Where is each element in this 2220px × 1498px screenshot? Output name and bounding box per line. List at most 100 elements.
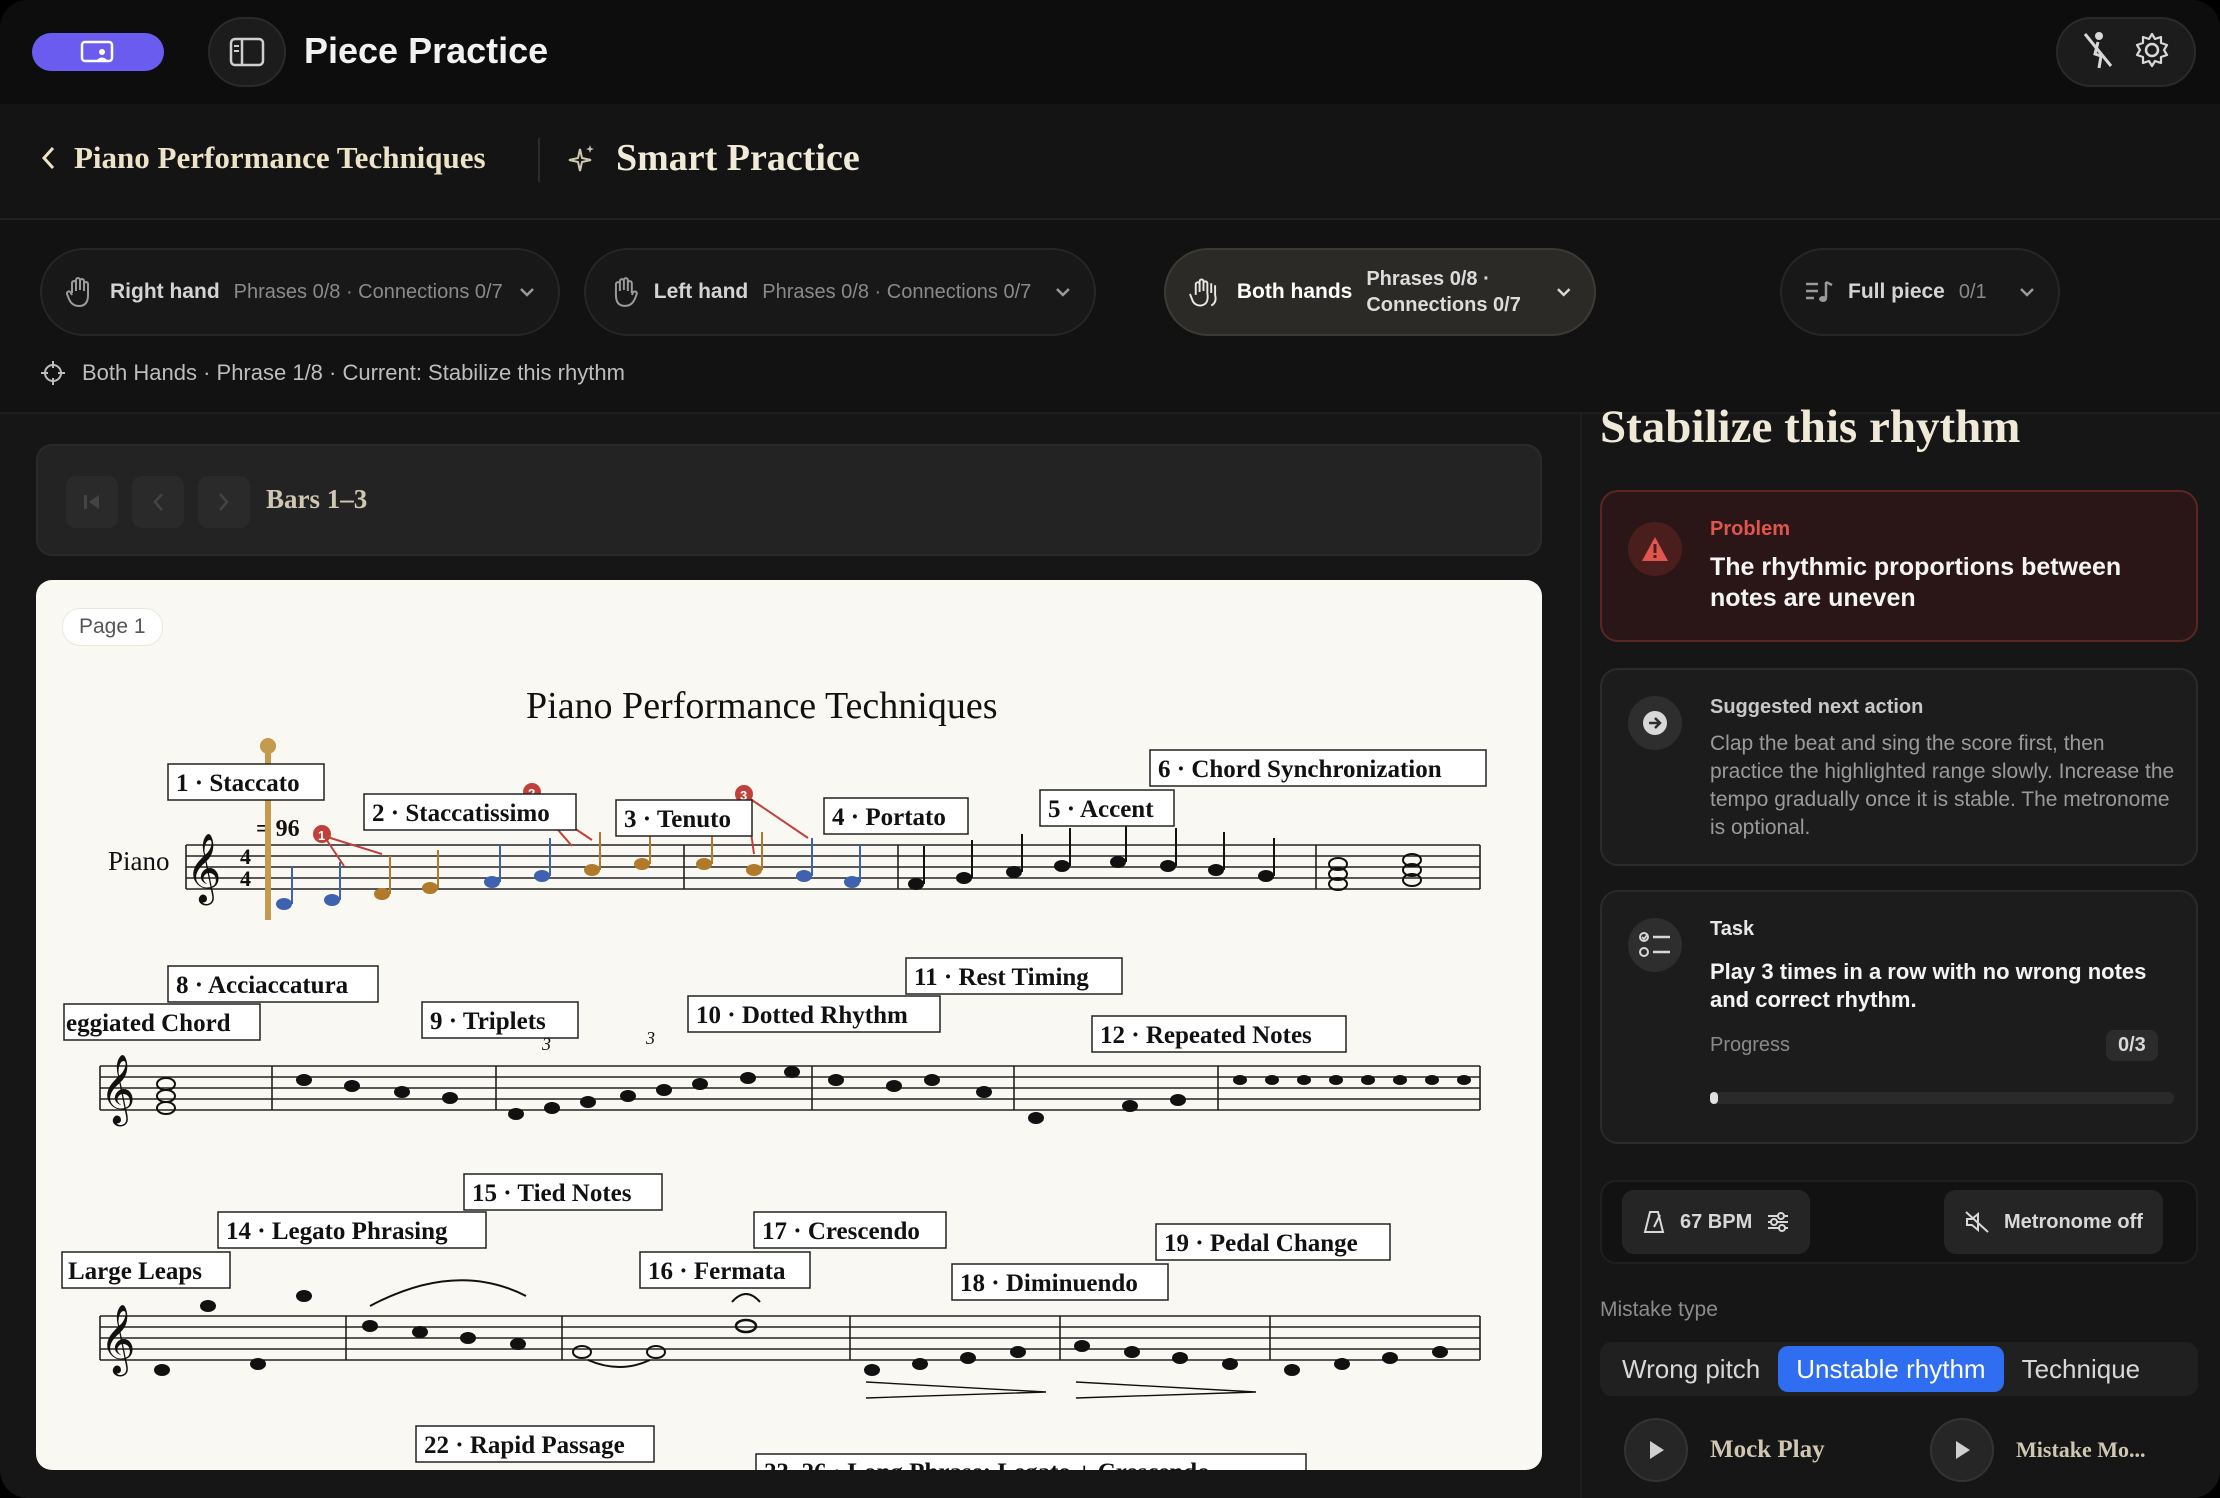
screen-user-icon [80, 40, 114, 63]
section-label: 1 · Staccato [176, 770, 300, 797]
section-label: 22 · Rapid Passage [424, 1432, 625, 1459]
breadcrumb-current-label: Smart Practice [616, 137, 860, 179]
diminuendo-hairpin [1075, 1381, 1257, 1399]
status-text: Both Hands · Phrase 1/8 · Current: Stabi… [82, 360, 625, 385]
mistake-option-wrong-pitch[interactable]: Wrong pitch [1604, 1346, 1778, 1392]
section-label: Large Leaps [68, 1258, 202, 1285]
mock-play-button[interactable]: Mock Play [1624, 1418, 1825, 1482]
previous-bar-button[interactable] [132, 476, 184, 528]
mistake-type-selector: Wrong pitch Unstable rhythm Technique [1600, 1342, 2198, 1396]
problem-text: The rhythmic proportions between notes a… [1710, 553, 2122, 612]
section-label: 2 · Staccatissimo [372, 800, 550, 827]
mistake-option-technique[interactable]: Technique [2004, 1346, 2159, 1392]
task-card: Task Play 3 times in a row with no wrong… [1600, 890, 2198, 1144]
metronome-label: Metronome off [2004, 1210, 2143, 1233]
mistake-mode-button[interactable]: Mistake Mo... [1930, 1418, 2146, 1482]
mistake-option-unstable-rhythm[interactable]: Unstable rhythm [1778, 1346, 2004, 1392]
score-canvas: Piano Performance Techniques Piano 𝄞 4 4… [61, 685, 1487, 1470]
play-icon-wrap [1624, 1418, 1688, 1482]
sidebar-icon [229, 37, 265, 67]
tempo-button[interactable]: 67 BPM [1622, 1190, 1811, 1254]
filter-sub: Phrases 0/8 · Connections 0/7 [233, 281, 503, 303]
breadcrumb-back-link[interactable]: Piano Performance Techniques [40, 140, 486, 176]
sidebar-toggle-button[interactable] [208, 17, 286, 87]
triplet-mark: 3 [645, 1028, 655, 1048]
treble-clef: 𝄞 [186, 833, 221, 905]
panel-title: Stabilize this rhythm [1600, 401, 2021, 453]
filter-left-hand[interactable]: Left hand Phrases 0/8 · Connections 0/7 [584, 248, 1096, 336]
music-list-icon [1806, 280, 1833, 302]
treble-clef: 𝄞 [100, 1304, 135, 1376]
speaker-off-icon [1965, 1211, 1989, 1233]
tempo-label: 67 BPM [1680, 1210, 1753, 1233]
both-hands-icon [1189, 278, 1217, 307]
progress-label: Progress [1710, 1034, 1791, 1056]
checklist-icon-wrap [1628, 918, 1682, 972]
section-label: eggiated Chord [66, 1010, 231, 1037]
no-hand-icon [2083, 31, 2113, 68]
suggestion-text: Clap the beat and sing the score first, … [1710, 732, 2175, 839]
next-bar-button[interactable] [198, 476, 250, 528]
sparkle-icon [568, 145, 594, 172]
notes-system-1-black [908, 824, 1422, 891]
filter-full-piece[interactable]: Full piece 0/1 [1780, 248, 2060, 336]
crescendo-hairpin [865, 1381, 1047, 1399]
section-label: 5 · Accent [1048, 796, 1154, 823]
section-label: 8 · Acciaccatura [176, 972, 349, 999]
section-label: 3 · Tenuto [624, 806, 731, 833]
slur [369, 1279, 527, 1307]
section-label: 23–26 · Long Phrase: Legato + Crescendo [764, 1459, 1210, 1470]
task-kicker: Task [1710, 918, 1755, 940]
breadcrumb-current: Smart Practice [568, 136, 860, 180]
section-label: 18 · Diminuendo [960, 1270, 1138, 1297]
mistake-mode-label: Mistake Mo... [2016, 1437, 2146, 1462]
play-icon [1650, 1441, 1664, 1459]
playhead-handle[interactable] [260, 738, 276, 754]
settings-button[interactable] [2133, 31, 2171, 74]
suggestion-card: Suggested next action Clap the beat and … [1600, 668, 2198, 866]
filter-both-hands[interactable]: Both hands Phrases 0/8 · Connections 0/7 [1164, 248, 1596, 336]
metronome-toggle-button[interactable]: Metronome off [1944, 1190, 2163, 1254]
marker-label: 1 [318, 828, 325, 843]
present-mode-button[interactable] [32, 33, 164, 71]
hand-icon [65, 277, 89, 308]
warning-icon-wrap [1628, 522, 1682, 576]
filter-label: Full piece [1848, 280, 1945, 303]
chevron-left-icon [153, 493, 163, 511]
gear-icon [2135, 32, 2169, 67]
section-label: 14 · Legato Phrasing [226, 1218, 448, 1245]
section-label: 10 · Dotted Rhythm [696, 1002, 908, 1029]
metronome-icon [1643, 1211, 1665, 1233]
sliders-icon [1768, 1212, 1789, 1232]
score-toolbar: Bars 1–3 [36, 444, 1542, 556]
tempo-controls: 67 BPM Metronome off [1600, 1180, 2198, 1264]
top-bar: Piece Practice [0, 0, 2220, 104]
filter-right-hand[interactable]: Right hand Phrases 0/8 · Connections 0/7 [40, 248, 560, 336]
play-icon [1956, 1441, 1970, 1459]
warning-icon [1642, 537, 1668, 561]
chevron-down-icon [520, 288, 534, 297]
chevron-down-icon [1556, 288, 1570, 297]
treble-clef: 𝄞 [100, 1054, 135, 1126]
problem-card: Problem The rhythmic proportions between… [1600, 490, 2198, 642]
highlighted-notes [276, 826, 861, 910]
score-sheet[interactable]: Piano Performance Techniques Piano 𝄞 4 4… [36, 580, 1542, 1470]
chevron-left-icon [41, 146, 55, 170]
section-label: 6 · Chord Synchronization [1158, 756, 1442, 783]
section-label: 15 · Tied Notes [472, 1180, 632, 1207]
problem-kicker: Problem [1710, 518, 1791, 540]
staff-system-1 [185, 844, 1481, 890]
checklist-icon [1639, 932, 1670, 957]
filter-sub: Phrases 0/8 · Connections 0/7 [762, 281, 1032, 303]
notes-system-2 [156, 1066, 1471, 1124]
posture-toggle-button[interactable] [2081, 30, 2115, 75]
filter-sub: Phrases 0/8 · Connections 0/7 [1366, 268, 1521, 316]
app-window: Piece Practice Piano Performance Techniq… [0, 0, 2220, 1498]
tie [587, 1359, 651, 1368]
skip-start-icon [84, 495, 99, 509]
progress-bar [1710, 1092, 2174, 1104]
section-label: 19 · Pedal Change [1164, 1230, 1358, 1257]
first-bar-button[interactable] [66, 476, 118, 528]
playback-row: Mock Play Mistake Mo... [1600, 1418, 2200, 1498]
chevron-down-icon [1056, 288, 1070, 297]
